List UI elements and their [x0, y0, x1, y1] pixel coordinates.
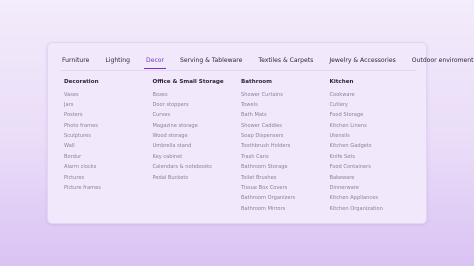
column-title: Office & Small Storage: [152, 79, 224, 85]
menu-link[interactable]: Kitchen Appliances: [330, 193, 419, 203]
menu-link[interactable]: Toilet Brushes: [241, 173, 330, 183]
menu-link[interactable]: Boxes: [153, 90, 242, 100]
menu-columns: Decoration Vases Jars Posters Photo frames Sc…: [64, 79, 418, 214]
tab-textiles-carpets[interactable]: Textiles & Carpets: [256, 54, 315, 68]
menu-link[interactable]: Key cabinet: [153, 152, 242, 162]
menu-column: Bathroom Shower Curtains Towels Bath Mats Sh…: [241, 79, 330, 214]
menu-link[interactable]: Wall: [64, 141, 153, 151]
menu-link[interactable]: Bathroom Organizers: [241, 193, 330, 203]
menu-link[interactable]: Cookware: [330, 90, 419, 100]
menu-link[interactable]: Towels: [241, 100, 330, 110]
tab-jewelry-accessories[interactable]: Jewelry & Accessories: [327, 54, 397, 68]
menu-link[interactable]: Dinnerware: [330, 183, 419, 193]
tab-furniture[interactable]: Furniture: [60, 54, 91, 68]
menu-link[interactable]: Trash Cans: [241, 152, 330, 162]
menu-column: Decoration Vases Jars Posters Photo frames Sc…: [64, 79, 153, 214]
column-title: Bathroom: [241, 79, 272, 85]
menu-link[interactable]: Food Storage: [330, 110, 419, 120]
tab-decor[interactable]: Decor: [144, 54, 167, 69]
menu-link[interactable]: Pedal Buckets: [153, 173, 242, 183]
menu-link[interactable]: Shower Caddies: [241, 121, 330, 131]
menu-link[interactable]: Pictures: [64, 173, 153, 183]
column-title: Decoration: [64, 79, 99, 85]
menu-link[interactable]: Sculptures: [64, 131, 153, 141]
menu-link[interactable]: Alarm clocks: [64, 162, 153, 172]
menu-link[interactable]: Bordur: [64, 152, 153, 162]
menu-link[interactable]: Picture frames: [64, 183, 153, 193]
menu-link[interactable]: Tissue Box Covers: [241, 183, 330, 193]
menu-link[interactable]: Wood storage: [153, 131, 242, 141]
menu-link[interactable]: Curves: [153, 110, 242, 120]
mega-menu-panel: Furniture Lighting Decor Serving & Table…: [47, 42, 474, 224]
menu-link[interactable]: Posters: [64, 110, 153, 120]
menu-link[interactable]: Bathroom Storage: [241, 162, 330, 172]
column-title: Kitchen: [329, 79, 354, 85]
menu-column: Office & Small Storage Boxes Door stoppers…: [153, 79, 242, 214]
category-tabs: Furniture Lighting Decor Serving & Table…: [60, 54, 474, 71]
menu-link[interactable]: Door stoppers: [153, 100, 242, 110]
menu-link[interactable]: Magazine storage: [153, 121, 242, 131]
menu-link[interactable]: Kitchen Gadgets: [330, 141, 419, 151]
menu-link[interactable]: Soap Dispensers: [241, 131, 330, 141]
tab-serving-tableware[interactable]: Serving & Tableware: [178, 54, 244, 68]
menu-link[interactable]: Umbrella stand: [153, 141, 242, 151]
menu-link[interactable]: Bathroom Mirrors: [241, 204, 330, 214]
menu-link[interactable]: Kitchen Linens: [330, 121, 419, 131]
menu-link[interactable]: Calendars & notebooks: [153, 162, 242, 172]
menu-link[interactable]: Kitchen Organization: [330, 204, 419, 214]
menu-link[interactable]: Bath Mats: [241, 110, 330, 120]
menu-link[interactable]: Photo frames: [64, 121, 153, 131]
menu-link[interactable]: Jars: [64, 100, 153, 110]
menu-link[interactable]: Toothbrush Holders: [241, 141, 330, 151]
menu-link[interactable]: Vases: [64, 90, 153, 100]
menu-link[interactable]: Bakeware: [330, 173, 419, 183]
menu-link[interactable]: Utensils: [330, 131, 419, 141]
menu-column: Kitchen Cookware Cutlery Food Storage Kitche…: [330, 79, 419, 214]
menu-link[interactable]: Food Containers: [330, 162, 419, 172]
menu-link[interactable]: Knife Sets: [330, 152, 419, 162]
menu-link[interactable]: Shower Curtains: [241, 90, 330, 100]
menu-link[interactable]: Cutlery: [330, 100, 419, 110]
tab-lighting[interactable]: Lighting: [103, 54, 132, 68]
tab-outdoor-environment[interactable]: Outdoor enviroment: [410, 54, 474, 68]
